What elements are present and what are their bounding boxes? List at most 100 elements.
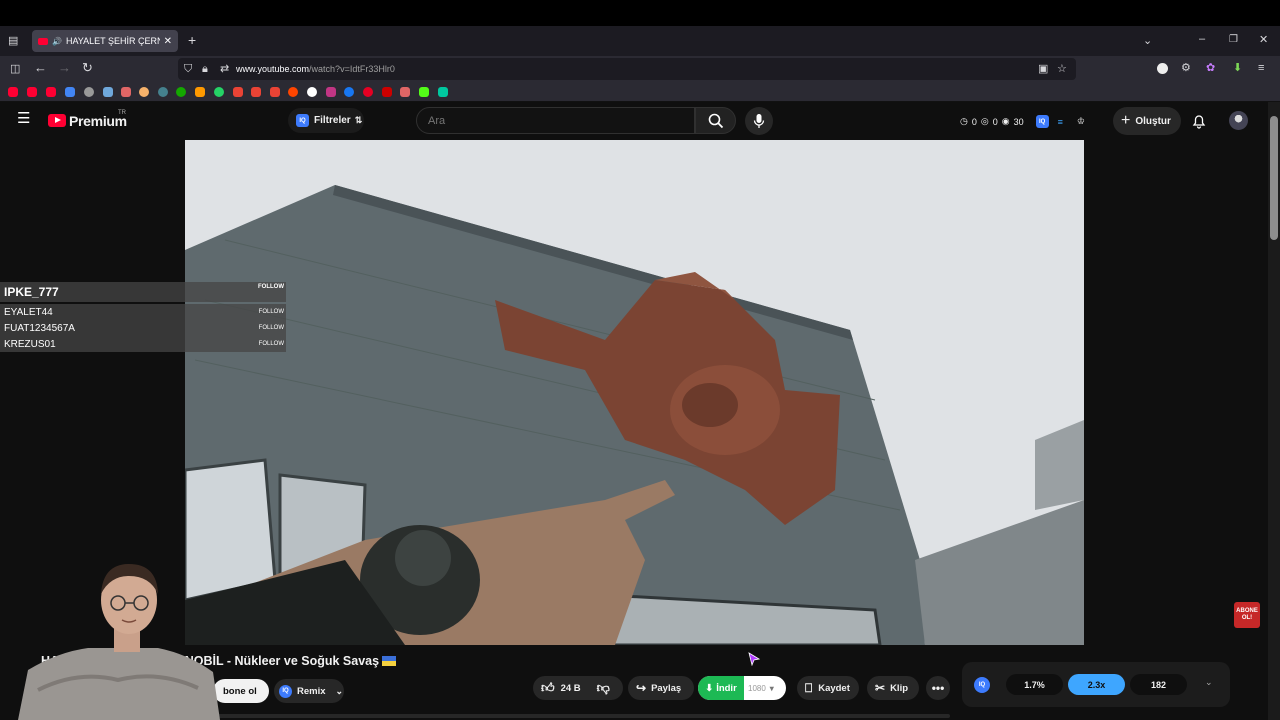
title-bar — [0, 0, 1280, 26]
bookmark-kick-icon[interactable] — [419, 87, 429, 97]
bookmark-gmail-icon[interactable] — [233, 87, 243, 97]
url-bar[interactable]: ⛉ 🔒︎ ⇄ www.youtube.com/watch?v=IdtFr33Hl… — [178, 58, 1076, 80]
filters-button[interactable]: IQ Filtreler ⇅ — [288, 108, 364, 133]
filters-label: Filtreler — [314, 115, 351, 126]
back-icon[interactable]: ← — [34, 61, 47, 74]
menu-icon[interactable]: ≡ — [1258, 62, 1264, 74]
follow-label: FOLLOW — [258, 309, 284, 315]
overlay-row: EYALET44 FOLLOW — [0, 304, 286, 320]
create-button[interactable]: + Oluştur — [1113, 107, 1181, 135]
avatar[interactable] — [1229, 111, 1248, 130]
bookmark-reddit-icon[interactable] — [288, 87, 298, 97]
bookmark-icon: ⎕ — [805, 680, 813, 695]
shield-icon[interactable]: ⛉ — [184, 63, 192, 75]
chevron-down-icon[interactable]: ▾ — [770, 684, 774, 693]
remix-button[interactable]: IQ Remix ⌄ — [274, 679, 344, 703]
extension-s-icon[interactable] — [1157, 63, 1168, 74]
bookmark-globe-icon[interactable] — [84, 87, 94, 97]
follow-label: FOLLOW — [258, 341, 284, 347]
chevron-down-icon: ⌄ — [335, 685, 344, 696]
extension-ai-icon[interactable]: ✿ — [1206, 62, 1215, 74]
speaker-icon[interactable]: 🔊 — [52, 37, 62, 46]
clock-icon: ◷ — [960, 116, 968, 126]
eye-off-icon: ◎ — [980, 116, 989, 126]
close-tab-icon[interactable]: ✕ — [164, 36, 172, 47]
search-button[interactable] — [695, 107, 736, 134]
bookmark-upwork-icon[interactable] — [176, 87, 186, 97]
extension-stats: ◷ 0 ◎ 0 ◉ 30 IQ ≡ ♔ — [960, 115, 1085, 128]
bookmark-whatsapp-icon[interactable] — [214, 87, 224, 97]
close-window-icon[interactable]: ✕ — [1259, 34, 1268, 46]
voice-search-button[interactable] — [745, 107, 773, 135]
bookmark-orange-icon[interactable] — [139, 87, 149, 97]
bookmark-music-icon[interactable] — [121, 87, 131, 97]
download-button[interactable]: ⬇ İndir 1080 ▾ — [698, 676, 786, 700]
new-tab-icon[interactable]: + — [188, 33, 196, 47]
like-button[interactable]: 👍︎ 24 B 👎︎ — [533, 676, 623, 700]
overlay-row: FUAT1234567A FOLLOW — [0, 320, 286, 336]
youtube-logo-icon[interactable] — [48, 114, 66, 127]
notifications-bell-icon[interactable] — [1191, 113, 1207, 129]
bookmark-translate-icon[interactable] — [65, 87, 75, 97]
video-frame — [185, 140, 1084, 645]
hamburger-menu-icon[interactable]: ☰ — [17, 111, 30, 126]
bookmark-youtube-icon[interactable] — [46, 87, 56, 97]
minimize-icon[interactable]: – — [1199, 33, 1205, 45]
bookmark-flame-icon[interactable] — [382, 87, 392, 97]
thumbs-down-icon[interactable]: 👎︎ — [597, 680, 610, 696]
clip-button[interactable]: ✂ Klip — [867, 676, 919, 700]
chevron-down-icon[interactable]: ⌄ — [1143, 35, 1152, 47]
permissions-icon[interactable]: ⇄ — [220, 63, 229, 75]
extensions-icon[interactable]: ⚙ — [1181, 62, 1191, 74]
eye-icon: ◉ — [1001, 116, 1010, 126]
lock-icon[interactable]: 🔒︎ — [202, 63, 208, 75]
bookmark-star-icon[interactable] — [103, 87, 113, 97]
forward-icon[interactable]: → — [58, 61, 71, 74]
clip-label: Klip — [890, 682, 909, 694]
overlay-name: IPKE_777 — [4, 285, 59, 299]
iq-icon[interactable]: IQ — [1035, 115, 1049, 128]
microphone-icon — [753, 114, 765, 128]
subscribe-button[interactable]: bone ol — [213, 679, 269, 703]
more-actions-button[interactable]: ••• — [926, 676, 950, 700]
bookmark-star-icon[interactable]: ☆ — [1057, 63, 1067, 75]
bookmark-facebook-icon[interactable] — [344, 87, 354, 97]
download-quality[interactable]: 1080 — [748, 684, 766, 693]
create-label: Oluştur — [1135, 115, 1171, 127]
download-arrow-icon: ⬇ — [705, 682, 714, 694]
maximize-icon[interactable]: ❐ — [1229, 34, 1238, 46]
bookmark-red-icon[interactable] — [400, 87, 410, 97]
bookmark-youtube-icon[interactable] — [8, 87, 18, 97]
overlay-name: FUAT1234567A — [4, 322, 75, 334]
scrollbar-thumb[interactable] — [1270, 116, 1278, 240]
video-player[interactable] — [185, 140, 1084, 645]
bookmark-youtube-icon[interactable] — [27, 87, 37, 97]
bookmark-gmail-icon[interactable] — [251, 87, 261, 97]
chevron-down-icon[interactable]: ⌄ — [1205, 677, 1213, 688]
iq-stat-pill-active[interactable]: 2.3x — [1068, 674, 1125, 695]
iq-logo[interactable]: IQ — [974, 677, 990, 693]
iq-stat-pill[interactable]: 1.7% — [1006, 674, 1063, 695]
save-label: Kaydet — [818, 682, 850, 694]
download-extension-icon[interactable]: ⬇ — [1233, 62, 1242, 74]
bookmark-pinterest-icon[interactable] — [363, 87, 373, 97]
ukraine-flag-icon — [382, 656, 397, 666]
bookmark-instagram-icon[interactable] — [326, 87, 336, 97]
reload-icon[interactable]: ↻ — [82, 61, 93, 74]
bookmark-amazon-icon[interactable] — [195, 87, 205, 97]
tab-list-icon[interactable]: ▤ — [8, 35, 18, 47]
bookmark-google-icon[interactable] — [307, 87, 317, 97]
iq-stat-pill[interactable]: 182 — [1130, 674, 1187, 695]
trophy-icon[interactable]: ♔ — [1077, 116, 1085, 127]
bookmark-gmail-icon[interactable] — [270, 87, 280, 97]
save-button[interactable]: ⎕ Kaydet — [797, 676, 859, 700]
picture-in-picture-icon[interactable]: ▣ — [1038, 63, 1048, 75]
list-icon[interactable]: ≡ — [1058, 117, 1063, 127]
bookmark-chat-icon[interactable] — [438, 87, 448, 97]
sidebar-icon[interactable]: ◫ — [10, 63, 20, 75]
search-input[interactable] — [416, 107, 695, 134]
download-main[interactable]: ⬇ İndir — [698, 676, 744, 700]
share-button[interactable]: ↪ Paylaş — [628, 676, 694, 700]
bookmark-edge-icon[interactable] — [158, 87, 168, 97]
active-tab[interactable]: 🔊 HAYALET ŞEHİR ÇERNOBİL ✕ — [32, 30, 178, 52]
